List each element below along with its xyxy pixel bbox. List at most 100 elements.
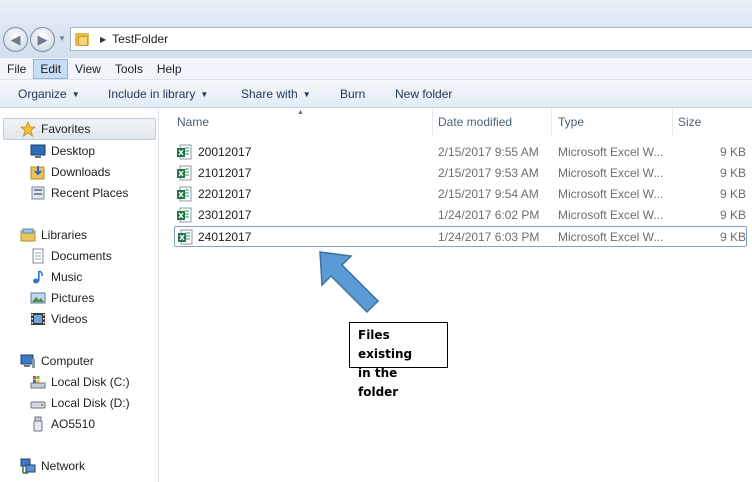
downloads-icon xyxy=(30,164,46,180)
nav-downloads[interactable]: Downloads xyxy=(30,163,110,181)
column-header-name[interactable]: Name xyxy=(177,109,209,136)
address-box[interactable]: ▶ TestFolder xyxy=(70,27,752,51)
excel-file-icon xyxy=(178,229,193,245)
libraries-icon xyxy=(20,227,36,243)
nav-documents[interactable]: Documents xyxy=(30,247,112,265)
share-with-button[interactable]: Share with ▼ xyxy=(241,80,311,108)
back-arrow-icon: ◀ xyxy=(10,31,21,47)
nav-documents-label: Documents xyxy=(51,249,112,263)
nav-pictures-label: Pictures xyxy=(51,291,95,305)
excel-file-icon xyxy=(177,207,192,223)
nav-music-label: Music xyxy=(51,270,83,284)
excel-file-icon xyxy=(177,144,192,160)
nav-desktop[interactable]: Desktop xyxy=(30,142,95,160)
nav-ao5510[interactable]: AO5510 xyxy=(30,415,95,433)
chevron-down-icon: ▼ xyxy=(200,90,209,99)
nav-computer[interactable]: Computer xyxy=(20,352,94,370)
burn-button[interactable]: Burn xyxy=(340,80,365,108)
new-folder-button[interactable]: New folder xyxy=(395,80,452,108)
organize-label: Organize xyxy=(18,87,67,101)
nav-pictures[interactable]: Pictures xyxy=(30,289,94,307)
file-size: 9 KB xyxy=(720,187,747,201)
file-type: Microsoft Excel W... xyxy=(558,187,664,201)
music-note-icon xyxy=(30,269,46,285)
organize-button[interactable]: Organize ▼ xyxy=(18,80,80,108)
forward-button[interactable]: ▶ xyxy=(30,27,55,52)
file-date-modified: 2/15/2017 9:54 AM xyxy=(438,187,539,201)
annotation-callout: Files existing in the folder xyxy=(349,322,448,399)
file-row[interactable]: 23012017 1/24/2017 6:02 PM Microsoft Exc… xyxy=(174,205,747,225)
menu-bar: File Edit View Tools Help xyxy=(0,58,752,80)
column-header-size[interactable]: Size xyxy=(678,109,701,136)
chevron-down-icon: ▼ xyxy=(71,90,80,99)
folder-icon xyxy=(75,32,91,46)
file-row[interactable]: 22012017 2/15/2017 9:54 AM Microsoft Exc… xyxy=(174,184,747,204)
computer-icon xyxy=(20,353,36,369)
nav-local-disk-c[interactable]: Local Disk (C:) xyxy=(30,373,130,391)
menu-help[interactable]: Help xyxy=(150,59,189,79)
nav-videos[interactable]: Videos xyxy=(30,310,87,328)
annotation-line-1: Files existing xyxy=(358,328,413,361)
drive-icon xyxy=(30,395,46,411)
file-row[interactable]: 21012017 2/15/2017 9:53 AM Microsoft Exc… xyxy=(174,163,747,183)
file-name: 23012017 xyxy=(198,208,252,222)
file-size: 9 KB xyxy=(720,230,747,244)
file-name: 20012017 xyxy=(198,145,252,159)
nav-favorites[interactable]: Favorites xyxy=(20,120,90,138)
file-row-focused[interactable]: 24012017 1/24/2017 6:03 PM Microsoft Exc… xyxy=(174,226,747,247)
nav-videos-label: Videos xyxy=(51,312,88,326)
nav-music[interactable]: Music xyxy=(30,268,82,286)
file-size: 9 KB xyxy=(720,145,747,159)
breadcrumb-folder[interactable]: TestFolder xyxy=(112,32,168,46)
excel-file-icon xyxy=(177,165,192,181)
share-with-label: Share with xyxy=(241,87,298,101)
network-icon xyxy=(20,458,36,474)
column-header-type[interactable]: Type xyxy=(558,109,584,136)
nav-network-label: Network xyxy=(41,459,86,473)
nav-recent-places-label: Recent Places xyxy=(51,186,129,200)
menu-edit[interactable]: Edit xyxy=(33,58,69,79)
column-divider[interactable] xyxy=(672,109,673,136)
nav-ao5510-label: AO5510 xyxy=(51,417,96,431)
menu-file[interactable]: File xyxy=(0,59,33,79)
nav-recent-places[interactable]: Recent Places xyxy=(30,184,128,202)
pictures-icon xyxy=(30,290,46,306)
menu-view[interactable]: View xyxy=(68,59,108,79)
file-size: 9 KB xyxy=(720,166,747,180)
annotation-line-2: in the folder xyxy=(358,366,399,399)
include-in-library-label: Include in library xyxy=(108,87,196,101)
file-name: 21012017 xyxy=(198,166,252,180)
command-bar: Organize ▼ Include in library ▼ Share with… xyxy=(0,80,752,108)
nav-network[interactable]: Network xyxy=(20,457,85,475)
include-in-library-button[interactable]: Include in library ▼ xyxy=(108,80,208,108)
column-divider[interactable] xyxy=(432,109,433,136)
star-icon xyxy=(20,121,36,137)
nav-downloads-label: Downloads xyxy=(51,165,111,179)
column-divider[interactable] xyxy=(551,109,552,136)
file-type: Microsoft Excel W... xyxy=(558,145,664,159)
sort-ascending-icon: ▲ xyxy=(297,109,304,116)
breadcrumb-chevron-icon[interactable]: ▶ xyxy=(100,35,106,44)
nav-local-disk-c-label: Local Disk (C:) xyxy=(51,375,130,389)
file-type: Microsoft Excel W... xyxy=(558,166,664,180)
file-name: 22012017 xyxy=(198,187,252,201)
chevron-down-icon: ▼ xyxy=(302,90,311,99)
file-size: 9 KB xyxy=(720,208,747,222)
file-name: 24012017 xyxy=(198,230,252,244)
navigation-pane: Favorites Desktop Downloads Recent Place… xyxy=(0,109,159,482)
file-type: Microsoft Excel W... xyxy=(558,208,664,222)
menu-tools[interactable]: Tools xyxy=(108,59,150,79)
excel-file-icon xyxy=(177,186,192,202)
nav-libraries[interactable]: Libraries xyxy=(20,226,87,244)
annotation-arrow-icon xyxy=(319,251,380,314)
back-button[interactable]: ◀ xyxy=(3,27,28,52)
videos-icon xyxy=(30,311,46,327)
file-row[interactable]: 20012017 2/15/2017 9:55 AM Microsoft Exc… xyxy=(174,142,747,162)
column-header-date-modified[interactable]: Date modified xyxy=(438,109,512,136)
file-date-modified: 1/24/2017 6:03 PM xyxy=(438,230,540,244)
file-date-modified: 2/15/2017 9:55 AM xyxy=(438,145,539,159)
nav-local-disk-d[interactable]: Local Disk (D:) xyxy=(30,394,130,412)
recent-locations-dropdown[interactable]: ▼ xyxy=(58,34,68,44)
usb-drive-icon xyxy=(30,416,46,432)
nav-computer-label: Computer xyxy=(41,354,94,368)
